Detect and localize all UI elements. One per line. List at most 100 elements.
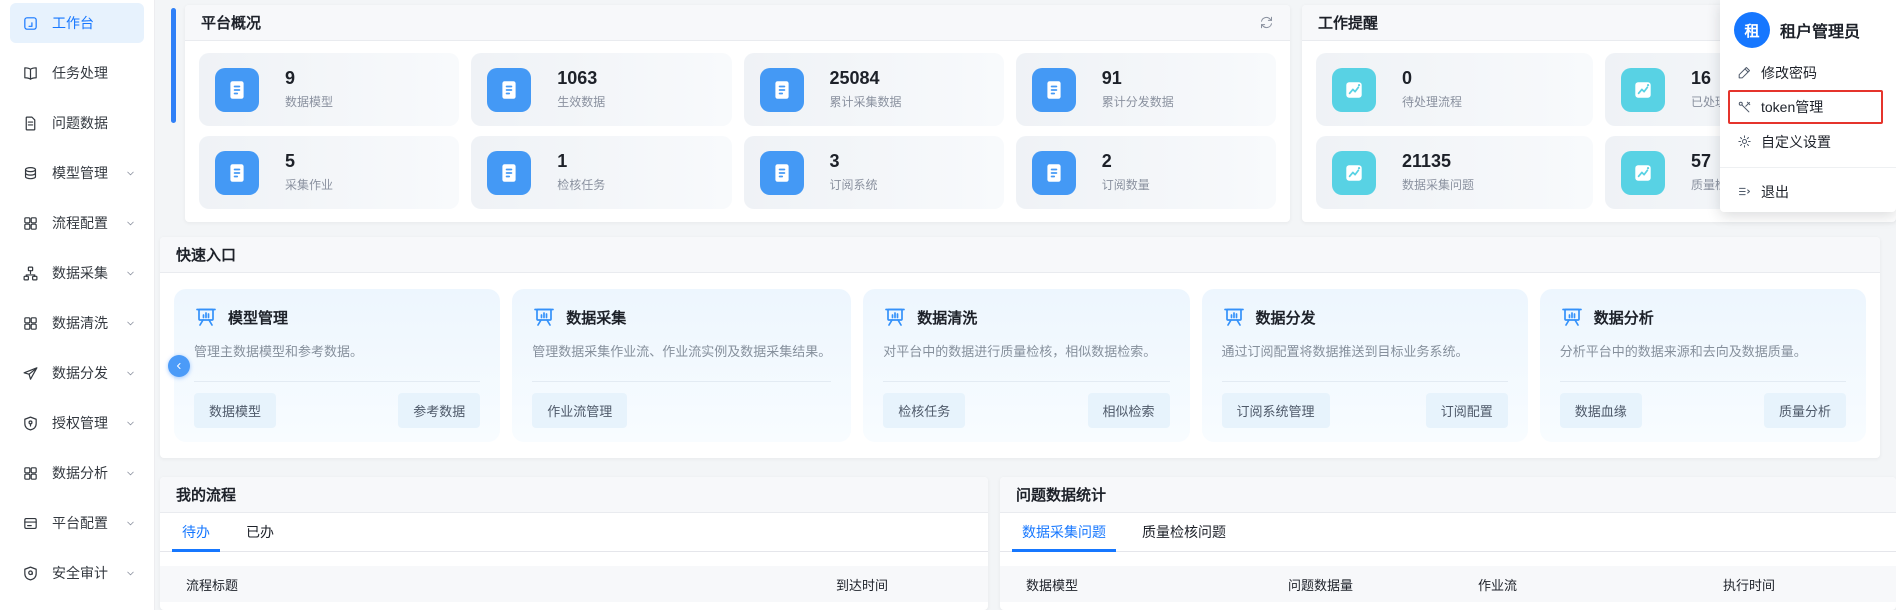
user-info: 租 租户管理员 [1720, 12, 1896, 58]
my-process-panel: 我的流程 待办 已办 流程标题 到达时间 [160, 477, 988, 610]
menu-item-token-management[interactable]: token管理 [1728, 90, 1883, 124]
quality-analysis-button[interactable]: 质量分析 [1764, 393, 1846, 428]
tab-done[interactable]: 已办 [246, 513, 274, 551]
stat-label: 数据采集问题 [1402, 176, 1474, 193]
presentation-board-icon [1560, 305, 1584, 329]
stat-card-check-tasks: 1检核任务 [471, 136, 731, 209]
sidebar-item-data-cleaning[interactable]: 数据清洗 [10, 303, 144, 343]
sidebar-item-label: 流程配置 [52, 213, 108, 233]
quick-card-title: 模型管理 [228, 307, 288, 328]
sidebar-item-workbench[interactable]: 工作台 [10, 3, 144, 43]
presentation-board-icon [1222, 305, 1246, 329]
quick-card-actions: 检核任务 相似检索 [883, 381, 1169, 428]
menu-item-label: token管理 [1761, 97, 1823, 117]
stat-value: 1063 [557, 69, 605, 89]
grid-icon [22, 315, 39, 332]
column-arrival-time: 到达时间 [836, 575, 888, 594]
stat-value: 25084 [830, 69, 902, 89]
stat-card-subscriptions: 2订阅数量 [1016, 136, 1276, 209]
document-stat-icon [487, 68, 531, 112]
sidebar-item-label: 数据分发 [52, 363, 108, 383]
menu-item-custom-settings[interactable]: 自定义设置 [1720, 127, 1896, 156]
sidebar-item-label: 数据清洗 [52, 313, 108, 333]
quick-entry-panel: 快速入口 模型管理 管理主数据模型和参考数据。 数据模型 参考数据 数据采集 管… [160, 237, 1880, 458]
sidebar-item-security-audit[interactable]: 安全审计 [10, 553, 144, 593]
document-stat-icon [760, 151, 804, 195]
issue-stats-panel: 问题数据统计 数据采集问题 质量检核问题 数据模型 问题数据量 作业流 执行时间 [1000, 477, 1896, 610]
stat-card-collection-issues: 21135 数据采集问题 [1316, 136, 1593, 209]
presentation-board-icon [532, 305, 556, 329]
check-task-button[interactable]: 检核任务 [883, 393, 965, 428]
column-issue-count: 问题数据量 [1288, 575, 1478, 594]
stat-value: 21135 [1402, 152, 1474, 172]
user-dropdown-menu: 租 租户管理员 修改密码 token管理 自定义设置 退出 [1720, 0, 1896, 212]
sidebar-item-data-collection[interactable]: 数据采集 [10, 253, 144, 293]
chevron-down-icon [125, 168, 136, 179]
quick-card-actions: 作业流管理 [532, 381, 831, 428]
chevron-down-icon [125, 318, 136, 329]
tab-todo[interactable]: 待办 [182, 513, 210, 551]
panel-title: 我的流程 [176, 484, 236, 505]
data-lineage-button[interactable]: 数据血缘 [1560, 393, 1642, 428]
refresh-icon[interactable] [1259, 15, 1274, 30]
issue-stats-header: 问题数据统计 [1000, 477, 1896, 513]
hierarchy-icon [22, 265, 39, 282]
subscription-config-button[interactable]: 订阅配置 [1426, 393, 1508, 428]
sidebar-item-model-management[interactable]: 模型管理 [10, 153, 144, 193]
document-stat-icon [215, 151, 259, 195]
stat-card-data-models: 9数据模型 [199, 53, 459, 126]
paper-plane-icon [22, 365, 39, 382]
tab-quality-issues[interactable]: 质量检核问题 [1142, 513, 1226, 551]
grid-icon [22, 465, 39, 482]
quick-card-data-cleaning: 数据清洗 对平台中的数据进行质量检核，相似数据检索。 检核任务 相似检索 [863, 289, 1189, 442]
stat-label: 累计分发数据 [1102, 93, 1174, 110]
menu-item-change-password[interactable]: 修改密码 [1720, 58, 1896, 87]
sidebar-item-data-distribution[interactable]: 数据分发 [10, 353, 144, 393]
stat-value: 9 [285, 69, 333, 89]
presentation-board-icon [883, 305, 907, 329]
similar-search-button[interactable]: 相似检索 [1088, 393, 1170, 428]
column-workflow: 作业流 [1478, 575, 1723, 594]
data-model-button[interactable]: 数据模型 [194, 393, 276, 428]
column-exec-time: 执行时间 [1723, 575, 1896, 594]
document-stat-icon [487, 151, 531, 195]
username: 租户管理员 [1780, 18, 1860, 42]
workflow-management-button[interactable]: 作业流管理 [532, 393, 627, 428]
sidebar-item-issue-data[interactable]: 问题数据 [10, 103, 144, 143]
sidebar-item-auth-management[interactable]: 授权管理 [10, 403, 144, 443]
chevron-left-icon [173, 360, 185, 372]
menu-item-logout[interactable]: 退出 [1720, 177, 1896, 206]
sidebar-item-task-handling[interactable]: 任务处理 [10, 53, 144, 93]
document-icon [22, 115, 39, 132]
tools-icon [1737, 100, 1752, 115]
chart-stat-icon [1332, 151, 1376, 195]
quick-card-desc: 管理主数据模型和参考数据。 [194, 341, 480, 360]
workbench-icon [22, 15, 39, 32]
sidebar-collapse-button[interactable] [168, 355, 190, 377]
tab-collection-issues[interactable]: 数据采集问题 [1022, 513, 1106, 551]
sidebar-item-label: 数据采集 [52, 263, 108, 283]
panel-title: 快速入口 [176, 244, 236, 265]
quick-entry-cards: 模型管理 管理主数据模型和参考数据。 数据模型 参考数据 数据采集 管理数据采集… [160, 273, 1880, 458]
stat-label: 待处理流程 [1402, 93, 1462, 110]
stat-card-distributed-data: 91累计分发数据 [1016, 53, 1276, 126]
reference-data-button[interactable]: 参考数据 [398, 393, 480, 428]
sidebar-item-label: 数据分析 [52, 463, 108, 483]
chevron-down-icon [125, 518, 136, 529]
chevron-down-icon [125, 568, 136, 579]
shield-keyhole-icon [22, 415, 39, 432]
column-data-model: 数据模型 [1026, 575, 1288, 594]
sidebar-item-label: 安全审计 [52, 563, 108, 583]
subscription-system-button[interactable]: 订阅系统管理 [1222, 393, 1330, 428]
document-stat-icon [1032, 151, 1076, 195]
sidebar-item-platform-config[interactable]: 平台配置 [10, 503, 144, 543]
my-process-tabs: 待办 已办 [160, 513, 988, 552]
quick-card-data-collection: 数据采集 管理数据采集作业流、作业流实例及数据采集结果。 作业流管理 [512, 289, 851, 442]
grid-icon [22, 215, 39, 232]
sidebar-item-data-analysis[interactable]: 数据分析 [10, 453, 144, 493]
quick-card-data-analysis: 数据分析 分析平台中的数据来源和去向及数据质量。 数据血缘 质量分析 [1540, 289, 1866, 442]
sidebar-item-process-config[interactable]: 流程配置 [10, 203, 144, 243]
menu-item-label: 自定义设置 [1761, 132, 1831, 152]
issue-stats-tabs: 数据采集问题 质量检核问题 [1000, 513, 1896, 552]
stat-value: 3 [830, 152, 878, 172]
